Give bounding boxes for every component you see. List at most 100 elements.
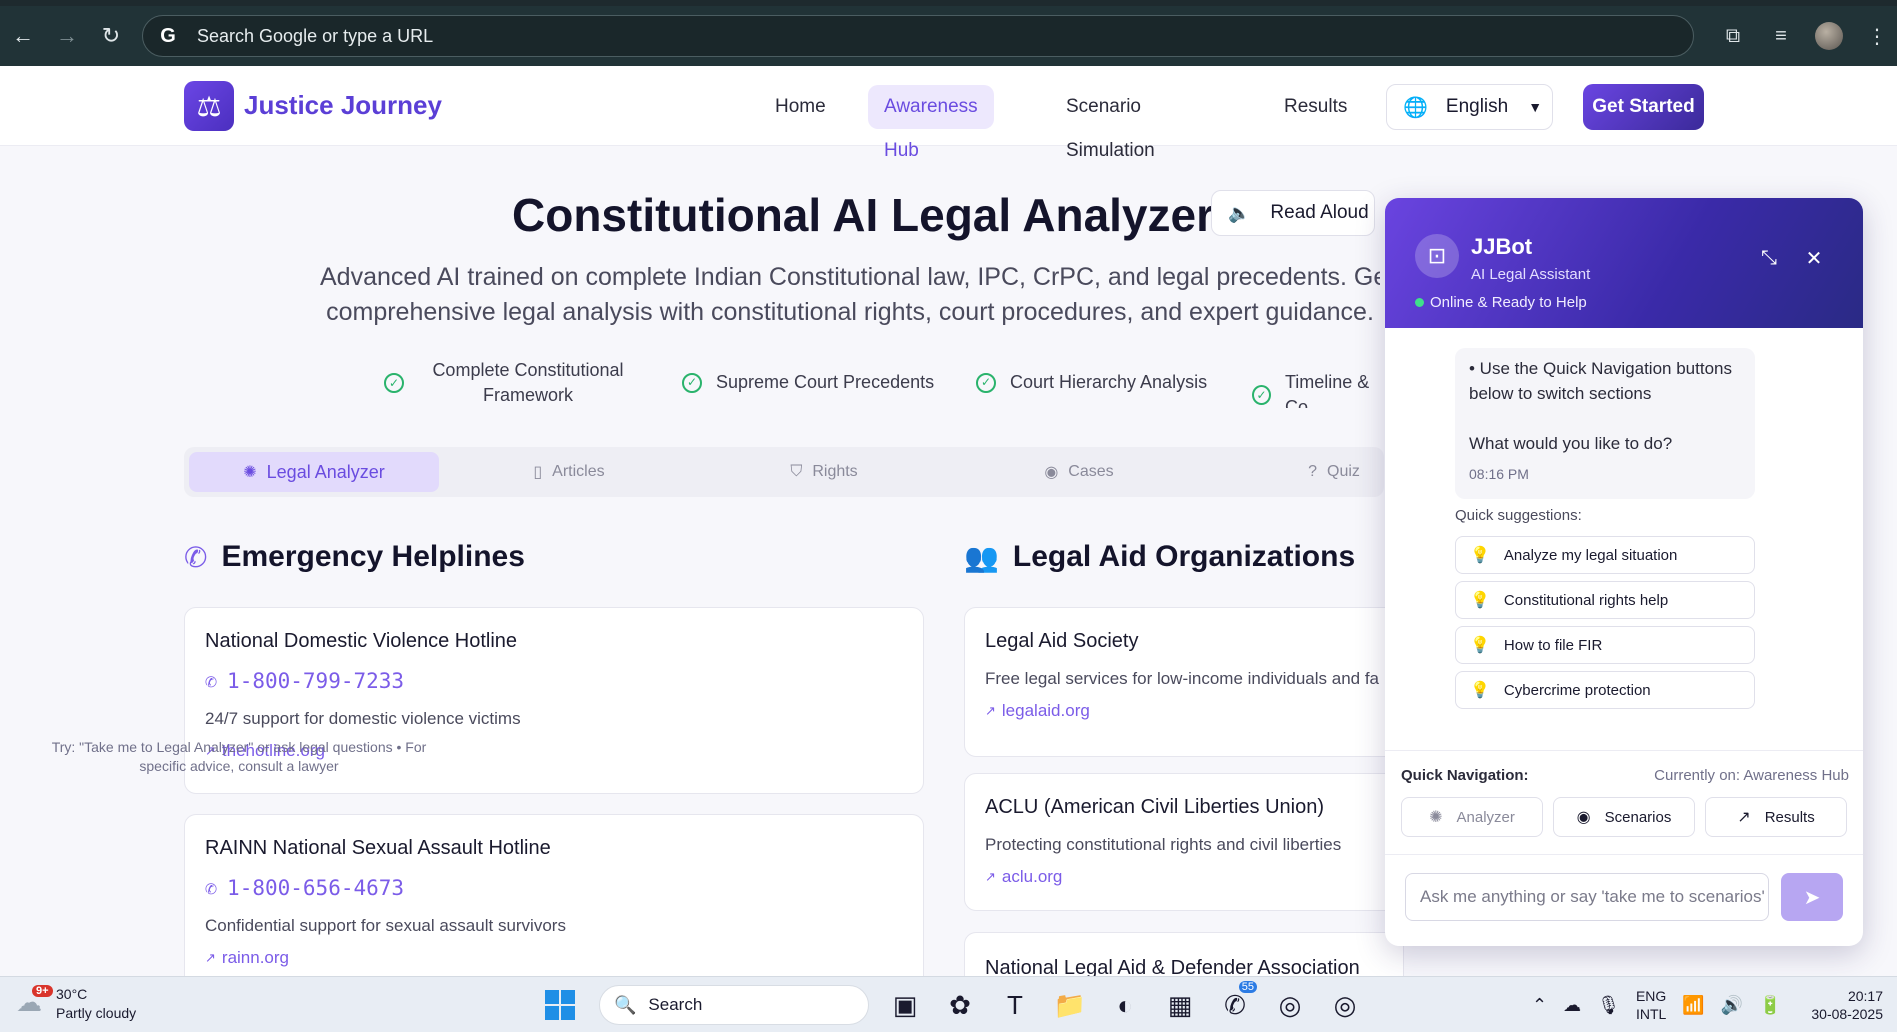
tab-cases[interactable]: ◉ Cases [954, 452, 1204, 492]
bot-name: JJBot [1471, 234, 1533, 259]
phone-icon: ✆ [205, 876, 218, 900]
feature-item: ✓ Court Hierarchy Analysis [976, 370, 1207, 395]
scales-icon[interactable]: ⚖ [184, 81, 234, 131]
temperature: 30°C [56, 986, 88, 1002]
volume-icon[interactable]: 🔊 [1721, 995, 1743, 1016]
get-started-button[interactable]: Get Started [1583, 84, 1704, 130]
reload-button[interactable]: ↻ [90, 15, 132, 57]
tab-articles[interactable]: ▯ Articles [444, 452, 694, 492]
tab-quiz[interactable]: ? Quiz [1209, 452, 1384, 492]
eye-icon: ◉ [1044, 464, 1059, 481]
chat-hint: Try: "Take me to Legal Analyzer" or ask … [51, 739, 427, 774]
input-language[interactable]: ENG INTL [1636, 987, 1666, 1023]
lightbulb-icon: 💡 [1470, 682, 1490, 699]
arrow-right-icon: → [56, 23, 78, 48]
media-controls-icon[interactable]: ≡ [1767, 22, 1795, 50]
check-circle-icon: ✓ [682, 372, 702, 393]
page-title: Constitutional AI Legal Analyzer [512, 189, 1214, 241]
helplines-heading: ✆ Emergency Helplines [184, 540, 525, 573]
nav-results[interactable]: Results [1268, 85, 1363, 129]
send-icon: ➤ [1803, 886, 1821, 909]
partly-cloudy-icon: ☁ 9+ [16, 985, 53, 1021]
suggestion-button[interactable]: 💡 How to file FIR [1455, 626, 1755, 664]
battery-icon[interactable]: 🔋 [1759, 995, 1781, 1016]
profile-avatar[interactable] [1815, 22, 1843, 50]
read-aloud-button[interactable]: 🔈 Read Aloud [1211, 190, 1375, 236]
org-link[interactable]: ↗ aclu.org [985, 867, 1383, 887]
chrome-profile-icon[interactable]: ◎ [1323, 983, 1367, 1027]
chatbot-header: ⊡ JJBot AI Legal Assistant Online & Read… [1385, 198, 1863, 328]
legal-aid-card: Legal Aid Society Free legal services fo… [964, 607, 1404, 757]
shield-icon: ⛉ [790, 463, 803, 480]
nav-home[interactable]: Home [759, 85, 842, 129]
browser-actions: ⧉ ≡ ⋮ [1719, 6, 1897, 66]
bot-status: Online & Ready to Help [1415, 294, 1587, 311]
trending-up-icon: ↗ [1737, 809, 1751, 826]
chevron-up-icon[interactable]: ⌃ [1532, 995, 1547, 1016]
windows-start-icon[interactable] [545, 990, 575, 1020]
more-menu-icon[interactable]: ⋮ [1863, 22, 1891, 50]
external-link-icon: ↗ [205, 950, 216, 965]
back-button[interactable]: ← [2, 15, 44, 57]
task-view-icon[interactable]: ▣ [883, 983, 927, 1027]
teams-icon[interactable]: T [993, 983, 1037, 1027]
message-text: What would you like to do? [1469, 434, 1673, 453]
store-icon[interactable]: ▦ [1158, 983, 1202, 1027]
org-link[interactable]: ↗ legalaid.org [985, 701, 1383, 721]
suggestion-button[interactable]: 💡 Constitutional rights help [1455, 581, 1755, 619]
chat-input[interactable] [1405, 873, 1769, 921]
org-description: Free legal services for low-income indiv… [985, 669, 1380, 688]
wifi-icon[interactable]: 📶 [1682, 995, 1704, 1016]
minimize-button[interactable]: ⤡ [1755, 244, 1783, 272]
edge-icon[interactable]: ◐ [1103, 983, 1147, 1027]
quick-nav-scenarios[interactable]: ◉ Scenarios [1553, 797, 1695, 837]
send-button[interactable]: ➤ [1781, 873, 1843, 921]
quick-nav-results[interactable]: ↗ Results [1705, 797, 1847, 837]
extensions-icon[interactable]: ⧉ [1719, 22, 1747, 50]
whatsapp-icon[interactable]: ✆ 55 [1213, 981, 1257, 1027]
brain-icon: ✺ [1429, 809, 1443, 826]
globe-icon: 🌐 [1403, 96, 1428, 119]
helpline-phone[interactable]: ✆ 1-800-656-4673 [205, 876, 903, 900]
suggestion-button[interactable]: 💡 Analyze my legal situation [1455, 536, 1755, 574]
quick-nav-analyzer[interactable]: ✺ Analyzer [1401, 797, 1543, 837]
weather-condition: Partly cloudy [56, 1005, 137, 1021]
cloud-off-icon[interactable]: ☁ [1563, 995, 1581, 1016]
forward-button[interactable]: → [46, 15, 88, 57]
org-name: Legal Aid Society [985, 630, 1139, 652]
google-icon: G [160, 24, 176, 47]
search-icon: 🔍 [614, 994, 637, 1015]
phone-icon: ✆ [184, 541, 208, 573]
nav-scenario-simulation[interactable]: Scenario Simulation [1050, 85, 1171, 161]
file-explorer-icon[interactable]: 📁 [1048, 983, 1092, 1027]
nav-awareness-hub[interactable]: Awareness Hub [868, 85, 994, 161]
taskbar-search[interactable]: 🔍 Search [599, 985, 869, 1025]
chrome-icon[interactable]: ◎ [1268, 983, 1312, 1027]
external-link-icon: ↗ [985, 703, 996, 718]
chevron-down-icon: ▼ [1528, 99, 1543, 115]
tab-rights[interactable]: ⛉ Rights [699, 452, 949, 492]
helpline-card: RAINN National Sexual Assault Hotline ✆ 1… [184, 814, 924, 984]
speaker-icon: 🔈 [1228, 202, 1251, 223]
helpline-link[interactable]: ↗ rainn.org [205, 948, 903, 968]
microphone-icon[interactable]: 🎙 [1597, 995, 1620, 1016]
org-description: Protecting constitutional rights and civ… [985, 835, 1342, 854]
whatsapp-badge: 55 [1238, 981, 1257, 993]
weather-widget[interactable]: ☁ 9+ 30°C Partly cloudy [16, 985, 136, 1023]
lightbulb-icon: 💡 [1470, 547, 1490, 564]
suggestion-button[interactable]: 💡 Cybercrime protection [1455, 671, 1755, 709]
helpline-phone[interactable]: ✆ 1-800-799-7233 [205, 669, 903, 693]
clock[interactable]: 20:17 30-08-2025 [1811, 987, 1883, 1023]
message-text: • Use the Quick Navigation buttons below… [1469, 359, 1732, 403]
close-button[interactable]: ✕ [1800, 244, 1828, 272]
brand-name[interactable]: Justice Journey [244, 90, 442, 121]
language-value: English [1445, 96, 1509, 117]
address-bar[interactable]: G Search Google or type a URL [142, 15, 1694, 57]
copilot-icon[interactable]: ✿ [938, 983, 982, 1027]
subtitle-line-2: comprehensive legal analysis with consti… [326, 298, 1374, 326]
feature-item: ✓ Supreme Court Precedents [682, 370, 934, 395]
address-bar-placeholder: Search Google or type a URL [197, 25, 434, 46]
tab-legal-analyzer[interactable]: ✺ Legal Analyzer [189, 452, 439, 492]
language-selector[interactable]: 🌐 English ▼ [1386, 84, 1553, 130]
weather-badge: 9+ [32, 985, 53, 997]
